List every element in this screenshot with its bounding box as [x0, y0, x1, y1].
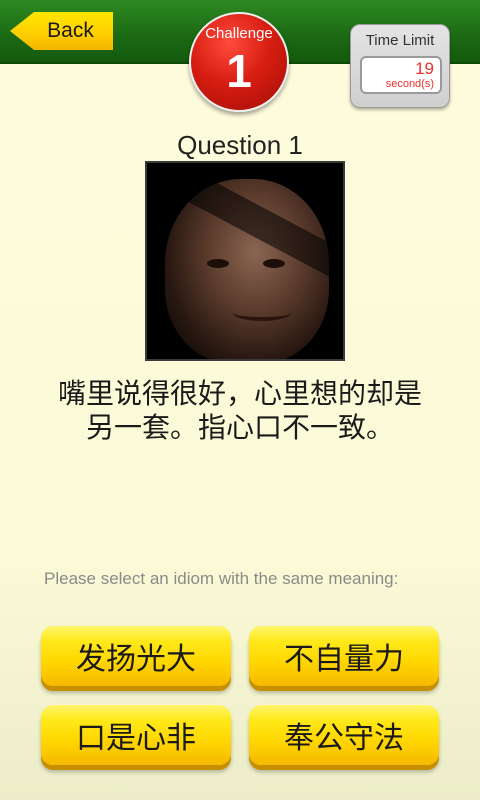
- answer-button-3[interactable]: 口是心非: [41, 705, 231, 765]
- answer-label: 奉公守法: [284, 722, 404, 755]
- answer-button-4[interactable]: 奉公守法: [249, 705, 439, 765]
- meaning-line-2: 另一套。指心口不一致。: [85, 412, 394, 443]
- time-limit-panel: Time Limit 19 second(s): [350, 24, 450, 108]
- question-image: [145, 161, 345, 361]
- challenge-label: Challenge: [205, 25, 273, 42]
- answer-label: 不自量力: [284, 643, 404, 676]
- time-value: 19: [415, 59, 434, 78]
- challenge-badge: Challenge 1: [189, 12, 289, 112]
- left-eye: [207, 259, 229, 268]
- meaning-line-1: 嘴里说得很好，心里想的却是: [57, 378, 422, 409]
- right-eye: [263, 259, 285, 268]
- time-limit-label: Time Limit: [365, 32, 435, 49]
- idiom-meaning: 嘴里说得很好，心里想的却是 另一套。指心口不一致。: [40, 377, 440, 445]
- question-title: Question 1: [177, 130, 303, 160]
- answer-label: 口是心非: [76, 722, 196, 755]
- back-button-label: Back: [47, 19, 94, 42]
- answer-label: 发扬光大: [76, 643, 196, 676]
- answer-button-2[interactable]: 不自量力: [249, 626, 439, 686]
- time-display: 19 second(s): [360, 56, 442, 94]
- time-unit: second(s): [385, 78, 434, 90]
- select-prompt: Please select an idiom with the same mea…: [44, 569, 399, 588]
- mouth: [233, 305, 291, 321]
- challenge-number: 1: [226, 45, 252, 97]
- answer-button-1[interactable]: 发扬光大: [41, 626, 231, 686]
